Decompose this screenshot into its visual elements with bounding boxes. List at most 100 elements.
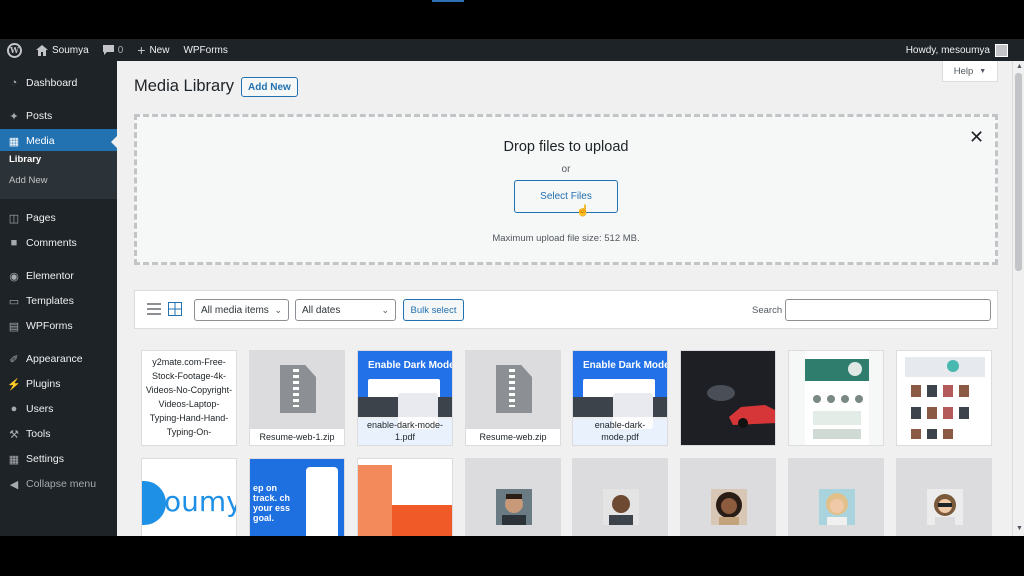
sidebar-item-tools[interactable]: ⚒ Tools: [0, 422, 117, 446]
wp-admin-screen: W Soumya 0 + New WPForms Howdy, mesoumya: [0, 39, 1024, 536]
attachment-image[interactable]: [680, 350, 776, 446]
scrollbar-track[interactable]: ▲ ▼: [1012, 61, 1024, 536]
sidebar-item-label: Tools: [26, 428, 51, 440]
sidebar-item-label: Posts: [26, 110, 53, 122]
page-icon: ◫: [8, 212, 20, 225]
attachment-pdf[interactable]: Enable Dark Mode enable-dark-mode-1.pdf: [357, 350, 453, 446]
site-name-link[interactable]: Soumya: [29, 39, 96, 61]
attachment-image[interactable]: [572, 458, 668, 536]
sidebar-item-templates[interactable]: ▭ Templates: [0, 289, 117, 313]
portrait-image: [603, 489, 639, 525]
sidebar-item-plugins[interactable]: ⚡ Plugins: [0, 372, 117, 396]
attachment-name: Resume-web-1.zip: [250, 429, 344, 445]
comment-bubble-icon: [102, 45, 114, 55]
attachment-image[interactable]: oumy: [141, 458, 237, 536]
app-promo-text: ep on track. ch your ess goal.: [253, 483, 291, 523]
add-new-button[interactable]: Add New: [241, 77, 298, 97]
elementor-icon: ◉: [9, 270, 19, 283]
sidebar-item-comments[interactable]: ■ Comments: [0, 231, 117, 255]
sidebar-item-label: Pages: [26, 212, 56, 224]
sidebar-item-label: Appearance: [26, 353, 83, 365]
attachment-name: y2mate.com-Free-Stock-Footage-4k-Videos-…: [142, 351, 236, 445]
select-files-button[interactable]: Select Files: [514, 180, 618, 213]
drop-or-text: or: [561, 164, 571, 175]
home-icon: [36, 44, 48, 56]
abstract-shape-image: [358, 459, 452, 536]
bulk-select-button[interactable]: Bulk select: [403, 299, 464, 321]
wordpress-logo-button[interactable]: W: [0, 39, 29, 61]
drop-files-title: Drop files to upload: [503, 139, 629, 155]
attachment-image[interactable]: [465, 458, 561, 536]
max-upload-size: Maximum upload file size: 512 MB.: [492, 233, 640, 244]
sidebar-item-settings[interactable]: ▦ Settings: [0, 447, 117, 471]
new-label: New: [149, 44, 170, 56]
submenu-item-library[interactable]: Library: [9, 154, 41, 165]
media-type-filter[interactable]: All media items ⌄: [194, 299, 289, 321]
zip-file-icon: [280, 365, 316, 413]
media-toolbar: All media items ⌄ All dates ⌄ Bulk selec…: [134, 290, 998, 329]
sidebar-item-elementor[interactable]: ◉ Elementor: [0, 264, 117, 288]
plus-icon: +: [137, 42, 146, 58]
comments-count: 0: [117, 44, 124, 56]
list-view-icon[interactable]: [147, 302, 161, 316]
scrollbar-thumb[interactable]: [1015, 73, 1022, 271]
dashboard-icon: ◔: [10, 77, 18, 89]
chevron-down-icon: ⌄: [381, 305, 389, 315]
admin-sidebar: ◔ Dashboard ✦ Posts ▦ Media Library Add …: [0, 61, 117, 536]
site-name: Soumya: [52, 44, 89, 56]
collapse-menu-button[interactable]: ◀ Collapse menu: [0, 472, 117, 496]
help-label: Help: [953, 65, 974, 77]
scrollbar-down-arrow[interactable]: ▼: [1016, 525, 1023, 532]
sidebar-item-pages[interactable]: ◫ Pages: [0, 206, 117, 230]
new-content-link[interactable]: + New: [130, 39, 176, 61]
date-filter-value: All dates: [302, 304, 341, 316]
attachment-name: Resume-web.zip: [466, 429, 560, 445]
comments-link[interactable]: 0: [96, 39, 131, 61]
attachment-name: enable-dark-mode-1.pdf: [358, 417, 452, 445]
howdy-text: Howdy, mesoumya: [905, 44, 990, 56]
scrollbar-up-arrow[interactable]: ▲: [1016, 63, 1023, 70]
collapse-icon: ◀: [9, 478, 19, 491]
date-filter[interactable]: All dates ⌄: [295, 299, 396, 321]
portrait-image: [927, 489, 963, 525]
avatar: [995, 43, 1008, 57]
attachment-document[interactable]: y2mate.com-Free-Stock-Footage-4k-Videos-…: [141, 350, 237, 446]
brush-icon: ✐: [9, 353, 19, 366]
attachment-image[interactable]: [788, 350, 884, 446]
sidebar-item-posts[interactable]: ✦ Posts: [0, 104, 117, 128]
attachment-image[interactable]: [788, 458, 884, 536]
sidebar-item-appearance[interactable]: ✐ Appearance: [0, 347, 117, 371]
attachment-pdf[interactable]: Enable Dark Mode enable-dark-mode.pdf: [572, 350, 668, 446]
settings-icon: ▦: [8, 453, 20, 466]
attachment-image[interactable]: [680, 458, 776, 536]
sidebar-item-label: Templates: [26, 295, 74, 307]
attachment-image[interactable]: ep on track. ch your ess goal.: [249, 458, 345, 536]
sidebar-item-wpforms[interactable]: ▤ WPForms: [0, 314, 117, 338]
grid-view-icon[interactable]: [168, 302, 182, 316]
attachment-image[interactable]: [896, 350, 992, 446]
sidebar-item-users[interactable]: ● Users: [0, 397, 117, 421]
attachment-zip[interactable]: Resume-web.zip: [465, 350, 561, 446]
my-account-link[interactable]: Howdy, mesoumya: [905, 43, 1024, 57]
attachment-name: enable-dark-mode.pdf: [573, 417, 667, 445]
sidebar-item-label: Settings: [26, 453, 64, 465]
sidebar-item-label: Comments: [26, 237, 77, 249]
upload-dropzone[interactable]: Drop files to upload or Select Files Max…: [134, 114, 998, 265]
page-title: Media Library: [134, 77, 234, 95]
attachment-zip[interactable]: Resume-web-1.zip: [249, 350, 345, 446]
sidebar-item-label: Dashboard: [26, 77, 78, 89]
submenu-item-add-new[interactable]: Add New: [9, 175, 48, 186]
help-button[interactable]: Help ▼: [942, 61, 998, 82]
search-input[interactable]: [785, 299, 991, 321]
sidebar-item-dashboard[interactable]: ◔ Dashboard: [0, 71, 117, 95]
sidebar-item-media[interactable]: ▦ Media: [0, 129, 117, 153]
wpforms-link[interactable]: WPForms: [176, 39, 234, 61]
close-icon[interactable]: ✕: [969, 127, 984, 148]
video-frame: W Soumya 0 + New WPForms Howdy, mesoumya: [0, 0, 1024, 576]
attachment-image[interactable]: [896, 458, 992, 536]
form-icon: ▤: [8, 320, 20, 333]
comment-icon: ■: [10, 237, 18, 249]
media-type-value: All media items: [201, 304, 269, 316]
attachment-image[interactable]: [357, 458, 453, 536]
chevron-down-icon: ⌄: [274, 305, 282, 315]
